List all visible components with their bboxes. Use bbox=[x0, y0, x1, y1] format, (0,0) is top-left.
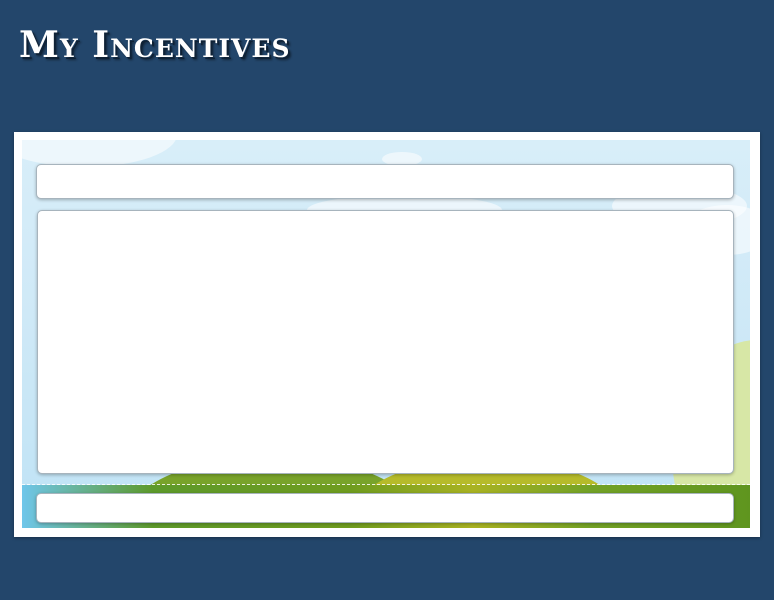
main-panel bbox=[37, 210, 734, 474]
page-title: My Incentives bbox=[19, 24, 291, 66]
bottom-panel bbox=[36, 493, 734, 523]
incentives-frame bbox=[14, 132, 760, 537]
ground-line bbox=[22, 484, 750, 485]
top-panel bbox=[36, 164, 734, 199]
cloud-decoration bbox=[22, 140, 177, 167]
background-scene bbox=[22, 140, 750, 528]
